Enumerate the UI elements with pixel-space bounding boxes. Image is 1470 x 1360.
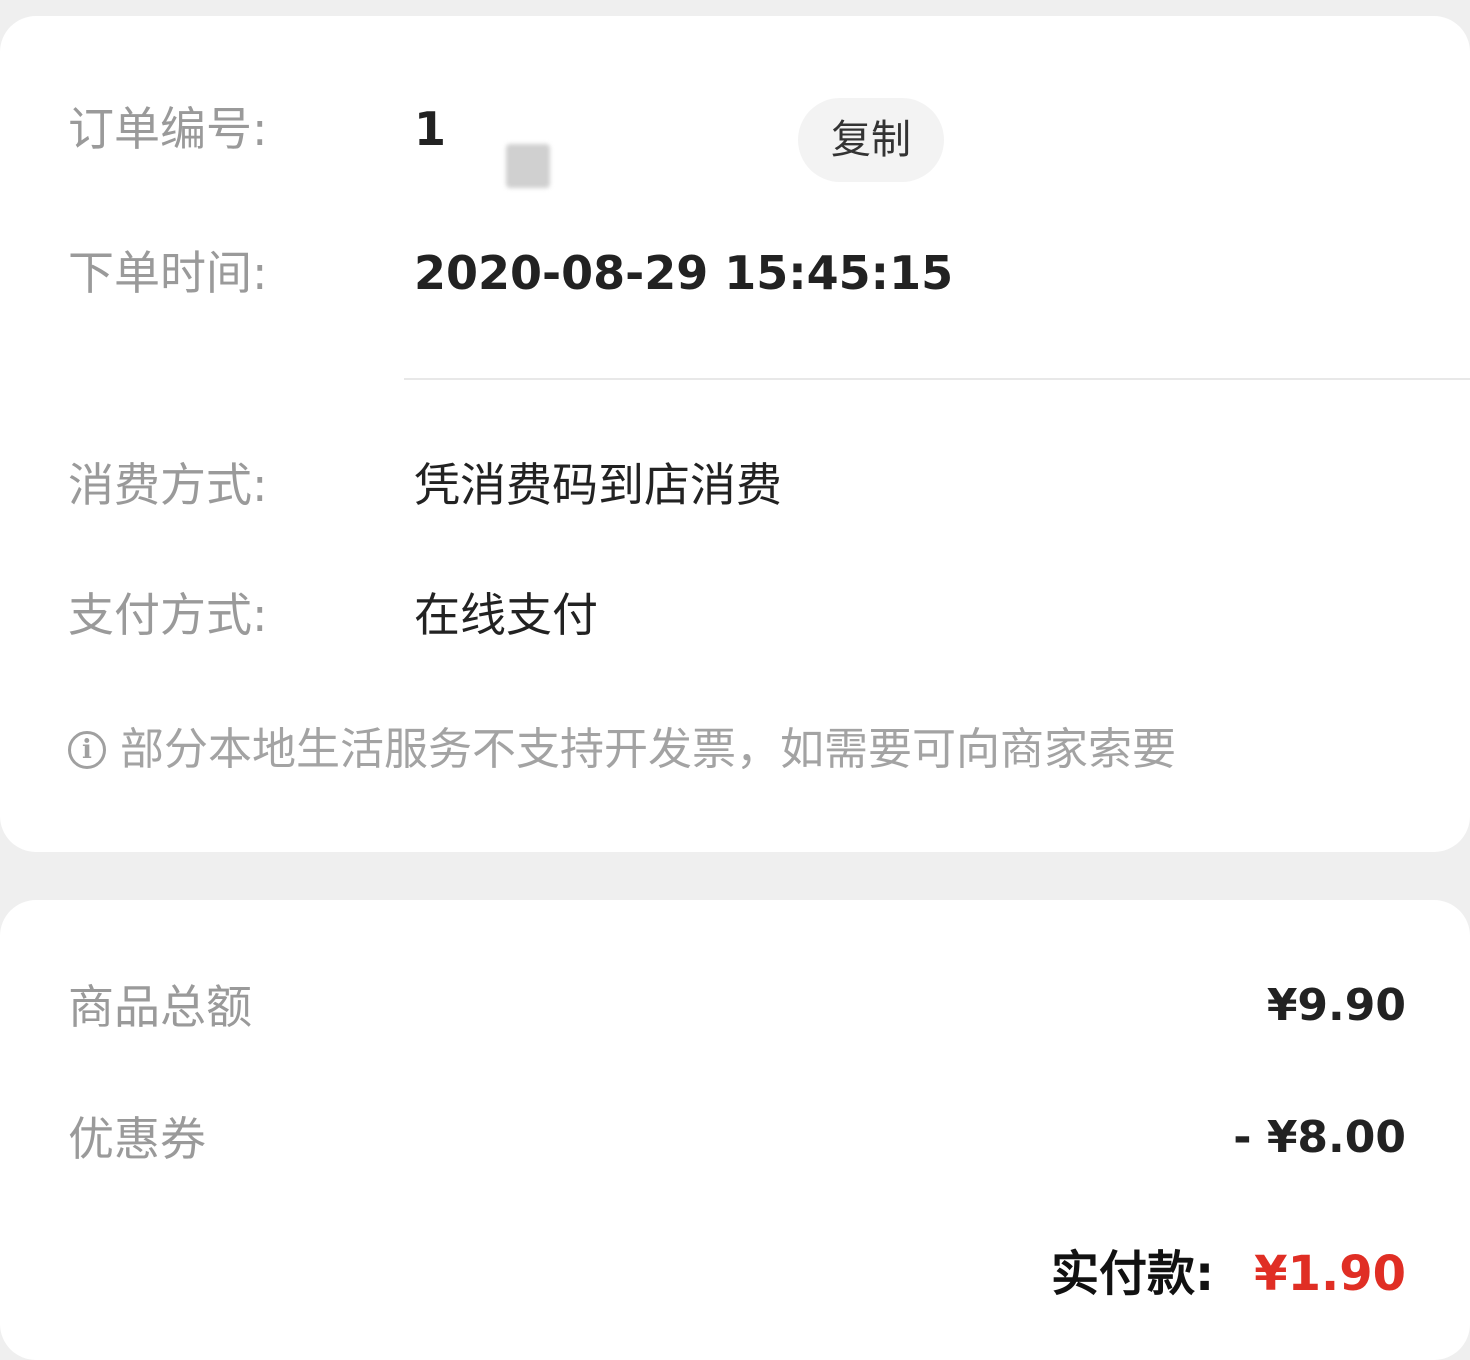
paid-amount-value: ¥1.90 (1254, 1246, 1406, 1302)
order-number-value: 1 (414, 102, 447, 156)
coupon-label: 优惠券 (68, 1112, 206, 1166)
order-number-label: 订单编号: (68, 102, 268, 156)
invoice-notice-text: 部分本地生活服务不支持开发票，如需要可向商家索要 (120, 724, 1176, 775)
copy-order-number-button[interactable]: 复制 (798, 98, 944, 182)
payment-method-label: 支付方式: (68, 588, 268, 642)
order-info-card: 订单编号: 1 复制 下单时间: 2020-08-29 15:45:15 消费方… (0, 16, 1470, 852)
invoice-notice: i 部分本地生活服务不支持开发票，如需要可向商家索要 (68, 722, 1176, 778)
divider (404, 378, 1470, 380)
payment-method-value: 在线支付 (414, 588, 598, 642)
paid-amount-row: 实付款: ¥1.90 (1051, 1250, 1406, 1298)
order-time-value: 2020-08-29 15:45:15 (414, 246, 954, 300)
paid-amount-label: 实付款: (1050, 1246, 1215, 1302)
goods-total-label: 商品总额 (68, 980, 252, 1034)
amount-card: 商品总额 ¥9.90 优惠券 - ¥8.00 实付款: ¥1.90 (0, 900, 1470, 1360)
info-icon: i (68, 731, 106, 769)
coupon-value: - ¥8.00 (1233, 1112, 1406, 1163)
consume-method-label: 消费方式: (68, 458, 268, 512)
order-time-label: 下单时间: (68, 246, 268, 300)
goods-total-value: ¥9.90 (1266, 980, 1406, 1031)
consume-method-value: 凭消费码到店消费 (414, 458, 782, 512)
redacted-order-number (506, 144, 550, 188)
